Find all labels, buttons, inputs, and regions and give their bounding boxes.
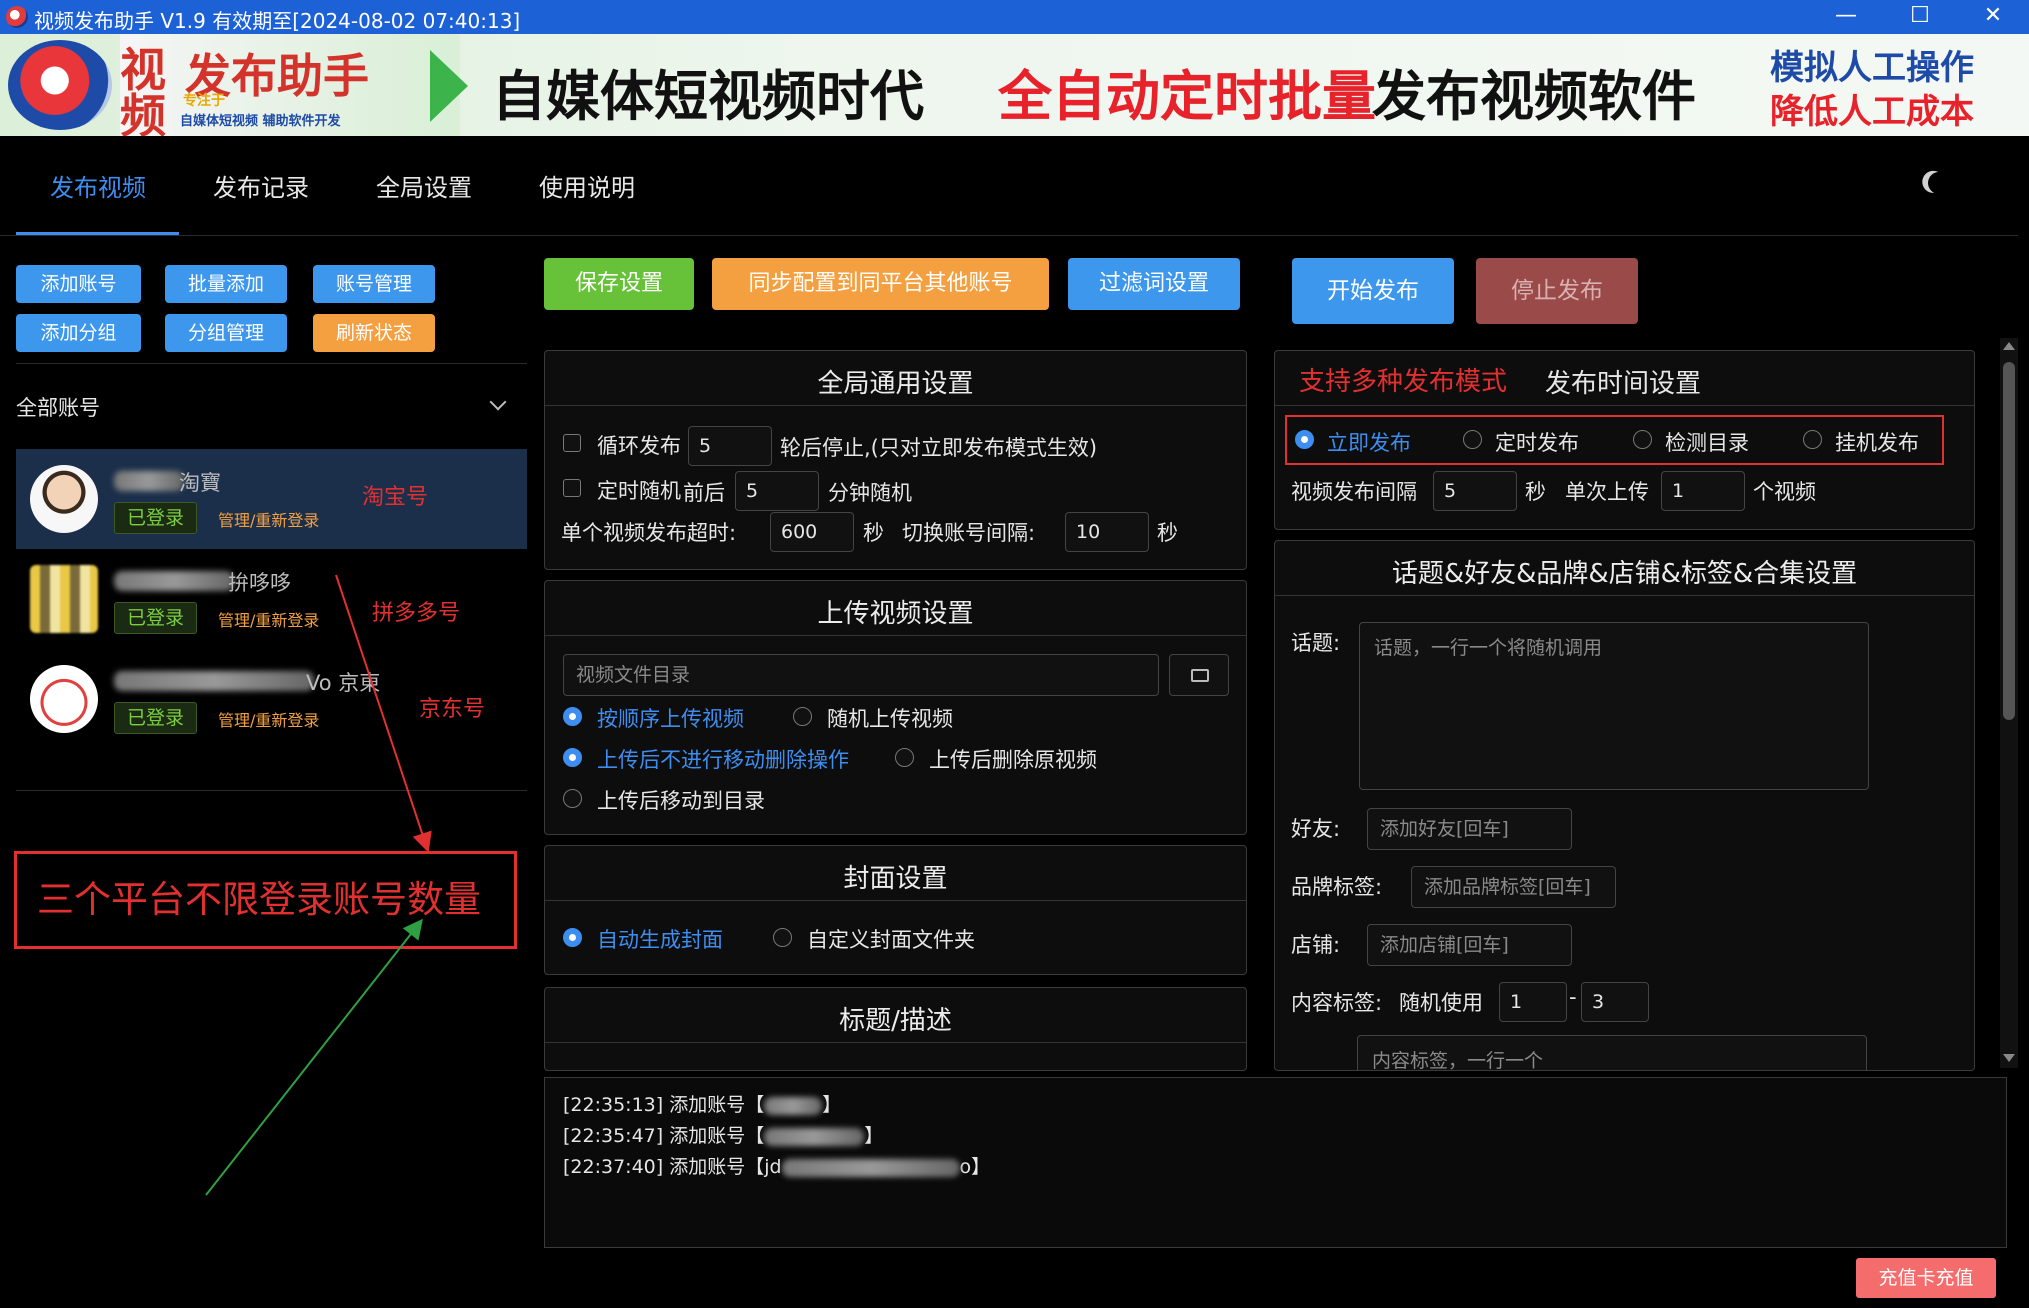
annotation-arrows (205, 574, 432, 1196)
green-arrow (205, 918, 423, 1196)
red-arrow (335, 574, 432, 853)
